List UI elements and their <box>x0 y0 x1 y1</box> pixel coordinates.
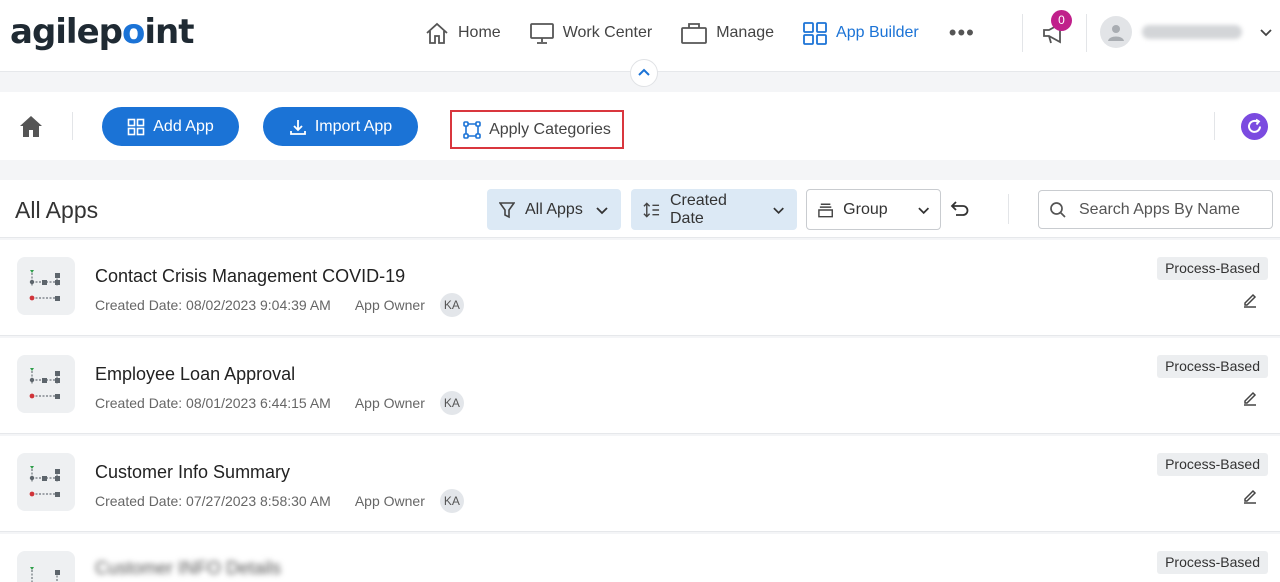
chevron-down-icon <box>773 207 784 214</box>
app-meta: Created Date: 08/01/2023 6:44:15 AM App … <box>95 391 464 415</box>
created-date: Created Date: 08/01/2023 6:44:15 AM <box>95 395 331 411</box>
process-app-icon <box>17 453 75 511</box>
chevron-down-icon <box>596 206 608 214</box>
nav-app-builder[interactable]: App Builder <box>802 21 919 45</box>
filter-label: All Apps <box>525 200 583 218</box>
edit-button[interactable] <box>1242 487 1258 509</box>
refresh-button[interactable] <box>1241 113 1268 140</box>
created-date: Created Date: 08/02/2023 9:04:39 AM <box>95 297 331 313</box>
avatar <box>1100 16 1132 48</box>
grid-icon <box>803 22 827 45</box>
reset-button[interactable] <box>950 200 970 223</box>
app-name[interactable]: Contact Crisis Management COVID-19 <box>95 266 405 287</box>
refresh-icon <box>1248 118 1261 133</box>
process-app-icon <box>17 551 75 582</box>
app-type-tag: Process-Based <box>1157 257 1268 280</box>
list-header: All Apps All Apps Created Date Group <box>0 180 1280 238</box>
nav-work-center-label: Work Center <box>562 24 653 41</box>
divider <box>72 112 73 140</box>
agilepoint-logo[interactable]: agilepoint <box>10 12 194 52</box>
more-menu-button[interactable]: ••• <box>949 20 975 46</box>
group-dropdown[interactable]: Group <box>806 189 941 230</box>
collapse-header-button[interactable] <box>630 59 658 87</box>
home-icon <box>20 116 42 137</box>
search-icon <box>1050 201 1066 218</box>
edit-pencil-icon <box>1244 391 1257 406</box>
group-icon <box>818 203 833 217</box>
nav-home[interactable]: Home <box>424 21 501 45</box>
monitor-icon <box>529 23 554 44</box>
chevron-up-icon <box>638 68 650 76</box>
app-row[interactable]: Contact Crisis Management COVID-19 Creat… <box>0 240 1280 336</box>
process-app-icon <box>17 257 75 315</box>
search-box[interactable] <box>1038 190 1273 229</box>
import-app-button[interactable]: Import App <box>263 107 418 146</box>
edit-button[interactable] <box>1242 389 1258 411</box>
download-icon <box>289 119 306 135</box>
nav-app-builder-label: App Builder <box>836 24 919 41</box>
process-app-icon <box>17 355 75 413</box>
divider <box>1214 112 1215 140</box>
nav-manage[interactable]: Manage <box>680 21 774 45</box>
apply-categories-button[interactable]: Apply Categories <box>450 110 624 149</box>
divider <box>1086 14 1087 52</box>
briefcase-icon <box>681 23 708 44</box>
sort-label: Created Date <box>669 191 727 227</box>
filter-dropdown[interactable]: All Apps <box>487 189 621 230</box>
app-row[interactable]: Employee Loan Approval Created Date: 08/… <box>0 338 1280 434</box>
app-type-tag: Process-Based <box>1157 453 1268 476</box>
nav-home-label: Home <box>458 24 501 41</box>
user-icon <box>1108 25 1124 41</box>
group-label: Group <box>843 200 888 218</box>
main-nav: Home Work Center Manage App Builder ••• <box>424 18 1003 48</box>
grid-add-icon <box>127 118 145 135</box>
user-name-blurred <box>1142 25 1242 39</box>
apply-categories-label: Apply Categories <box>489 120 611 138</box>
sort-dropdown[interactable]: Created Date <box>631 189 797 230</box>
app-name[interactable]: Customer INFO Details <box>95 558 281 579</box>
divider <box>1022 14 1023 52</box>
app-type-tag: Process-Based <box>1157 551 1268 574</box>
owner-avatar[interactable]: KA <box>439 391 464 415</box>
add-app-label: Add App <box>153 117 214 135</box>
home-outline-icon <box>426 22 448 44</box>
nav-work-center[interactable]: Work Center <box>529 21 653 45</box>
owner-avatar[interactable]: KA <box>439 489 464 513</box>
search-input[interactable] <box>1079 200 1254 219</box>
owner-label: App Owner <box>354 395 425 411</box>
undo-icon <box>950 201 969 216</box>
app-row[interactable]: Customer Info Summary Created Date: 07/2… <box>0 436 1280 532</box>
filter-icon <box>499 201 515 218</box>
categories-icon <box>463 120 481 139</box>
app-meta: Created Date: 08/02/2023 9:04:39 AM App … <box>95 293 464 317</box>
home-button[interactable] <box>18 114 44 143</box>
divider <box>1008 194 1009 224</box>
add-app-button[interactable]: Add App <box>102 107 239 146</box>
owner-label: App Owner <box>354 493 425 509</box>
edit-pencil-icon <box>1244 293 1257 308</box>
page-title: All Apps <box>15 197 99 223</box>
app-meta: Created Date: 07/27/2023 8:58:30 AM App … <box>95 489 464 513</box>
edit-pencil-icon <box>1244 489 1257 504</box>
app-type-tag: Process-Based <box>1157 355 1268 378</box>
user-menu[interactable] <box>1100 16 1274 48</box>
sort-icon <box>643 201 660 218</box>
app-row[interactable]: Customer INFO Details Process-Based <box>0 534 1280 582</box>
chevron-down-icon <box>917 206 929 214</box>
owner-label: App Owner <box>354 297 425 313</box>
app-name[interactable]: Customer Info Summary <box>95 462 290 483</box>
owner-avatar[interactable]: KA <box>439 293 464 317</box>
edit-button[interactable] <box>1242 291 1258 313</box>
nav-manage-label: Manage <box>716 24 775 41</box>
notification-badge: 0 <box>1051 10 1072 31</box>
app-name[interactable]: Employee Loan Approval <box>95 364 295 385</box>
created-date: Created Date: 07/27/2023 8:58:30 AM <box>95 493 331 509</box>
chevron-down-icon <box>1260 29 1272 37</box>
import-app-label: Import App <box>314 117 393 135</box>
app-toolbar: Add App Import App Apply Categories <box>0 92 1280 160</box>
